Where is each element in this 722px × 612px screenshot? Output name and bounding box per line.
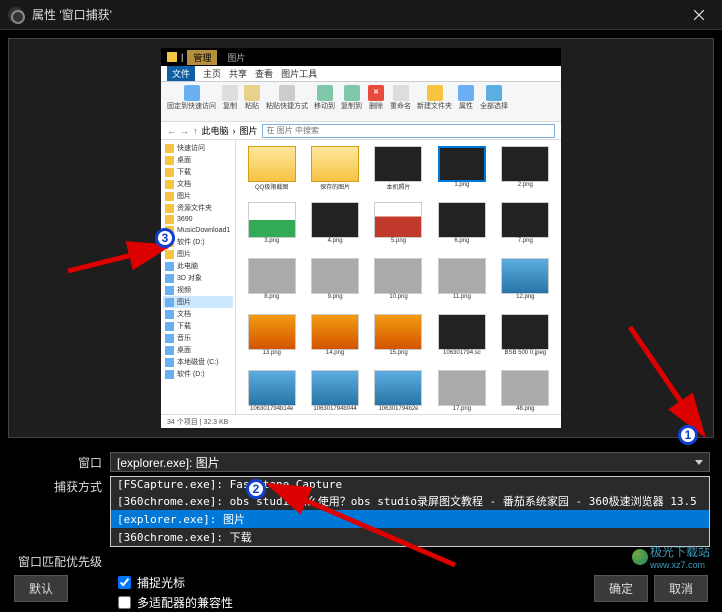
thumbnail-item: 9.png xyxy=(305,258,364,310)
badge-1: 1 xyxy=(678,425,698,445)
thumbnail-item: 保存的图片 xyxy=(305,146,364,198)
sidebar-item: 下载 xyxy=(163,166,233,178)
thumbnail-item: 106301794b2e xyxy=(369,370,428,414)
watermark: 极光下载站 www.xz7.com xyxy=(632,543,710,570)
window-combo-value: [explorer.exe]: 图片 xyxy=(117,454,220,471)
explorer-toolbar: 固定到快速访问 复制 粘贴 粘贴快捷方式 移动到 复制到 ✕删除 重命名 新建文… xyxy=(161,82,561,122)
sidebar-item: 软件 (D:) xyxy=(163,368,233,380)
arrow-to-option xyxy=(265,480,465,570)
label-capture: 捕获方式 xyxy=(12,476,110,495)
tool-copyto: 复制到 xyxy=(341,85,362,111)
explorer-status: 34 个项目 | 32.3 KB xyxy=(161,414,561,428)
close-button[interactable] xyxy=(684,0,714,30)
close-icon xyxy=(694,10,704,20)
thumbnail-item: 106301794.sc xyxy=(432,314,491,366)
search-input xyxy=(262,124,555,138)
nav-up-icon: ↑ xyxy=(193,126,198,136)
ribbon-home: 主页 xyxy=(203,67,221,80)
thumbnail-item: 1.png xyxy=(432,146,491,198)
button-bar: 默认 确定 取消 xyxy=(0,575,722,602)
thumbnail-item: 4.png xyxy=(305,202,364,254)
explorer-grid: QQ极限截图保存的图片本机照片1.png2.png 3.png4.png5.png… xyxy=(236,140,561,414)
thumbnail-item: 5.png xyxy=(369,202,428,254)
tool-move: 移动到 xyxy=(314,85,335,111)
sidebar-item: 文档 xyxy=(163,308,233,320)
thumbnail-item: QQ极限截图 xyxy=(242,146,301,198)
tool-new: 新建文件夹 xyxy=(417,85,452,111)
sidebar-item: 桌面 xyxy=(163,154,233,166)
thumbnail-item: 6.png xyxy=(432,202,491,254)
thumbnail-item: 106301794b14e xyxy=(242,370,301,414)
ok-button[interactable]: 确定 xyxy=(594,575,648,602)
chevron-down-icon xyxy=(695,460,703,465)
sidebar-item: 图片 xyxy=(163,190,233,202)
thumbnail-item: 3.png xyxy=(242,202,301,254)
sidebar-item: 本地磁盘 (C:) xyxy=(163,356,233,368)
explorer-tab-main: 管理 xyxy=(187,50,217,65)
titlebar: 属性 '窗口捕获' xyxy=(0,0,722,30)
thumbnail-item: 14.png xyxy=(305,314,364,366)
explorer-window: | 管理 图片 文件 主页 共享 查看 图片工具 固定到快速访问 复制 粘贴 粘… xyxy=(161,48,561,428)
watermark-text: 极光下载站 xyxy=(650,543,710,560)
thumbnail-item: 本机照片 xyxy=(369,146,428,198)
arrow-to-combo xyxy=(625,322,715,442)
watermark-logo-icon xyxy=(632,549,648,565)
thumbnail-item: 8.png xyxy=(242,258,301,310)
tool-paste: 粘贴 xyxy=(244,85,260,111)
thumbnail-item: 10.png xyxy=(369,258,428,310)
thumbnail-item: BSB 500 0.jpeg xyxy=(496,314,555,366)
folder-icon xyxy=(167,52,177,62)
window-combo[interactable]: [explorer.exe]: 图片 xyxy=(110,452,710,472)
sidebar-item: 3690 xyxy=(163,214,233,225)
cancel-button[interactable]: 取消 xyxy=(654,575,708,602)
thumbnail-item: 106301794b044 xyxy=(305,370,364,414)
sidebar-item: 资源文件夹 xyxy=(163,202,233,214)
ribbon-view: 查看 xyxy=(255,67,273,80)
thumbnail-item: 48.png xyxy=(496,370,555,414)
thumbnail-item: 12.png xyxy=(496,258,555,310)
tool-rename: 重命名 xyxy=(390,85,411,111)
ribbon-share: 共享 xyxy=(229,67,247,80)
tool-pin: 固定到快速访问 xyxy=(167,85,216,111)
explorer-ribbon: 文件 主页 共享 查看 图片工具 xyxy=(161,66,561,82)
defaults-button[interactable]: 默认 xyxy=(14,575,68,602)
nav-fwd-icon: → xyxy=(180,126,189,136)
thumbnail-item: 2.png xyxy=(496,146,555,198)
explorer-tab-sub: 图片 xyxy=(221,50,251,65)
sidebar-item: 图片 xyxy=(163,296,233,308)
tool-copy: 复制 xyxy=(222,85,238,111)
thumbnail-item: 15.png xyxy=(369,314,428,366)
sidebar-item: 下载 xyxy=(163,320,233,332)
nav-back-icon: ← xyxy=(167,126,176,136)
thumbnail-item: 17.png xyxy=(432,370,491,414)
obs-icon xyxy=(8,7,24,23)
sidebar-item: 桌面 xyxy=(163,344,233,356)
sidebar-item: 音乐 xyxy=(163,332,233,344)
thumbnail-item: 7.png xyxy=(496,202,555,254)
thumbnail-item: 13.png xyxy=(242,314,301,366)
sidebar-item: 文档 xyxy=(163,178,233,190)
badge-3: 3 xyxy=(155,228,175,248)
thumbnail-item: 11.png xyxy=(432,258,491,310)
explorer-titlebar: | 管理 图片 xyxy=(161,48,561,66)
path-seg1: 此电脑 xyxy=(202,124,229,137)
tool-props: 属性 xyxy=(458,85,474,111)
label-priority: 窗口匹配优先级 xyxy=(12,551,110,570)
tool-select: 全部选择 xyxy=(480,85,508,111)
sidebar-item: 视频 xyxy=(163,284,233,296)
path-seg2: 图片 xyxy=(240,124,258,137)
label-window: 窗口 xyxy=(12,452,110,471)
tool-shortcut: 粘贴快捷方式 xyxy=(266,85,308,111)
ribbon-pictools: 图片工具 xyxy=(281,67,317,80)
explorer-pathbar: ← → ↑ 此电脑 › 图片 xyxy=(161,122,561,140)
watermark-url: www.xz7.com xyxy=(650,560,710,570)
sidebar-item: 快速访问 xyxy=(163,142,233,154)
explorer-sidebar: 快速访问桌面下载文档图片资源文件夹3690MusicDownload1软件 (D… xyxy=(161,140,236,414)
badge-2: 2 xyxy=(246,479,266,499)
ribbon-file: 文件 xyxy=(167,66,195,81)
window-title: 属性 '窗口捕获' xyxy=(32,6,684,23)
tool-delete: ✕删除 xyxy=(368,85,384,111)
